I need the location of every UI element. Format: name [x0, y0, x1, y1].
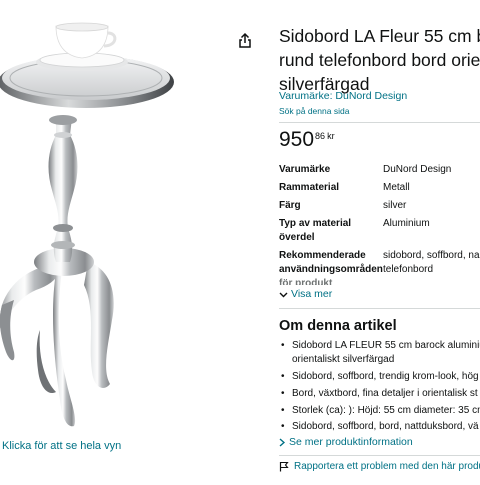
spec-value-line: sidobord, soffbord, na	[383, 250, 480, 261]
spec-key-line: användningsområden	[279, 264, 383, 275]
spec-key-recommended-use: Rekommenderade användningsområden för pr…	[279, 249, 383, 285]
bullet-text: Bord, växtbord, fina detaljer i oriental…	[292, 388, 478, 399]
spec-value-recommended-use: sidobord, soffbord, na telefonbord	[383, 249, 480, 277]
bullet-text: Sidobord, soffbord, bord, nattduksbord, …	[292, 421, 479, 432]
title-line: Sidobord LA Fleur 55 cm b	[279, 26, 480, 46]
show-more-label: Visa mer	[291, 288, 333, 300]
bullet-text: Sidobord LA FLEUR 55 cm barock aluminiu …	[292, 339, 480, 367]
price-fraction: 86	[315, 131, 326, 141]
spec-key-line: Typ av material	[279, 218, 352, 229]
brand-link[interactable]: Varumärke: DuNord Design	[279, 90, 407, 102]
price-currency: kr	[327, 131, 335, 141]
spec-key-frame-material: Rammaterial	[279, 182, 340, 193]
spec-key-line: Rekommenderade	[279, 250, 366, 261]
bullet-line: Sidobord LA FLEUR 55 cm barock aluminiu	[292, 340, 480, 351]
spec-key-color: Färg	[279, 200, 301, 211]
bullet-dot: •	[281, 371, 285, 382]
divider	[279, 122, 480, 123]
product-title: Sidobord LA Fleur 55 cm b rund telefonbo…	[279, 24, 480, 96]
spec-row-recommended-use: Rekommenderade användningsområden för pr…	[279, 247, 480, 285]
see-more-label: Se mer produktinformation	[289, 436, 413, 448]
search-page-link[interactable]: Sök på denna sida	[279, 106, 349, 116]
share-icon[interactable]	[236, 32, 254, 50]
spec-key-line: för produkt	[279, 278, 333, 285]
bullet-dot: •	[281, 405, 285, 416]
bullet-text: Sidobord, soffbord, trendig krom-look, h…	[292, 371, 479, 382]
bullet-dot: •	[281, 421, 285, 432]
bullet-dot: •	[281, 388, 285, 399]
list-item: • Sidobord LA FLEUR 55 cm barock alumini…	[279, 339, 480, 367]
price: 95086 kr	[279, 128, 335, 154]
spec-value-top-material: Aluminium	[383, 218, 430, 229]
about-heading: Om denna artikel	[279, 318, 397, 334]
divider	[279, 308, 480, 309]
spec-value-brand: DuNord Design	[383, 164, 452, 175]
spec-key-line: överdel	[279, 232, 315, 243]
flag-icon	[279, 461, 289, 472]
bullet-line: orientaliskt silverfärgad	[292, 354, 395, 365]
list-item: • Storlek (ca): ): Höjd: 55 cm diameter:…	[279, 404, 480, 418]
report-label: Rapportera ett problem med den här produ	[294, 461, 480, 472]
title-line: rund telefonbord bord orie	[279, 50, 480, 70]
product-image[interactable]	[0, 0, 232, 480]
report-problem-link[interactable]: Rapportera ett problem med den här produ	[279, 461, 480, 472]
list-item: • Bord, växtbord, fina detaljer i orient…	[279, 387, 480, 401]
divider	[279, 455, 480, 456]
bullet-text: Storlek (ca): ): Höjd: 55 cm diameter: 3…	[292, 405, 480, 416]
price-whole: 950	[279, 128, 315, 151]
chevron-down-icon	[279, 292, 288, 297]
spec-value-color: silver	[383, 200, 407, 211]
chevron-right-icon	[279, 437, 285, 447]
list-item: • Sidobord, soffbord, trendig krom-look,…	[279, 370, 480, 384]
show-more-button[interactable]: Visa mer	[279, 288, 332, 300]
spec-value-line: telefonbord	[383, 264, 434, 275]
see-more-product-info-link[interactable]: Se mer produktinformation	[279, 436, 413, 448]
spec-value-frame-material: Metall	[383, 182, 410, 193]
spec-key-brand: Varumärke	[279, 164, 331, 175]
bullet-dot: •	[281, 340, 285, 351]
list-item: • Sidobord, soffbord, bord, nattduksbord…	[279, 420, 480, 434]
side-table-illustration	[0, 22, 174, 427]
spec-key-top-material: Typ av material överdel	[279, 217, 377, 245]
image-caption[interactable]: Klicka för att se hela vyn	[2, 440, 121, 452]
